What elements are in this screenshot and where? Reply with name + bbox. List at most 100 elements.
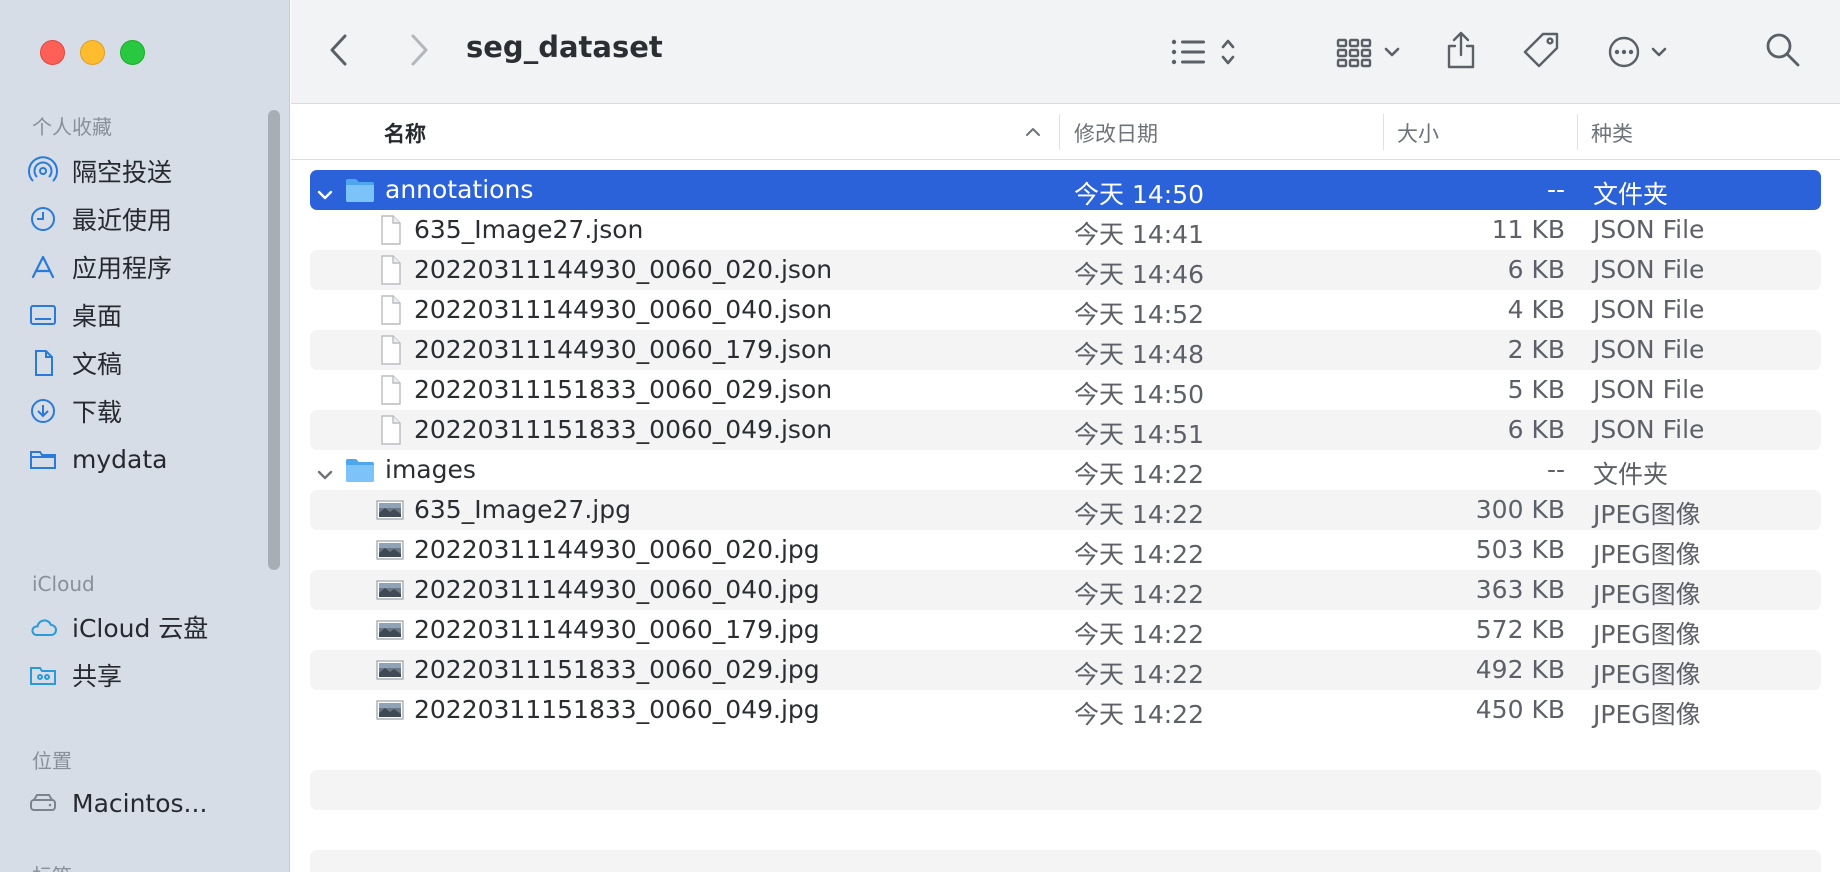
sidebar-item-label: 文稿 — [72, 350, 123, 379]
finder-window: 个人收藏 隔空投送 最近使用 应用程序 桌面 文稿 下载 mydata iClo… — [0, 0, 1840, 872]
tag-button[interactable] — [1519, 28, 1563, 72]
file-row[interactable]: 20220311144930_0060_179.json 今天 14:48 2 KB… — [310, 330, 1821, 370]
file-kind: JSON File — [1593, 255, 1705, 284]
sort-ascending-icon — [1024, 122, 1042, 146]
close-window-button[interactable] — [40, 40, 65, 65]
sidebar-item-label: 桌面 — [72, 302, 123, 331]
sidebar: 个人收藏 隔空投送 最近使用 应用程序 桌面 文稿 下载 mydata iClo… — [0, 0, 290, 872]
column-date-header[interactable]: 修改日期 — [1074, 118, 1158, 148]
empty-row — [310, 850, 1821, 872]
file-size: 2 KB — [1507, 335, 1565, 364]
list-view-icon — [1168, 34, 1244, 70]
file-row[interactable]: 20220311151833_0060_049.jpg 今天 14:22 450 K… — [310, 690, 1821, 730]
group-icon — [1333, 34, 1409, 70]
applications-icon — [28, 252, 58, 282]
file-kind: JSON File — [1593, 295, 1705, 324]
image-thumbnail-icon — [374, 614, 406, 646]
sidebar-item-applications[interactable]: 应用程序 — [28, 242, 268, 292]
more-actions-button[interactable] — [1601, 30, 1681, 74]
file-kind: JSON File — [1593, 335, 1705, 364]
search-icon — [1764, 31, 1802, 69]
clock-icon — [28, 204, 58, 234]
share-icon — [1444, 30, 1478, 70]
cloud-icon — [28, 612, 58, 642]
sidebar-scrollbar[interactable] — [268, 110, 280, 570]
sidebar-item-label: 隔空投送 — [72, 158, 173, 187]
file-size: 363 KB — [1475, 575, 1565, 604]
file-date: 今天 14:22 — [1074, 540, 1204, 569]
column-divider[interactable] — [1383, 114, 1384, 150]
file-date: 今天 14:50 — [1074, 180, 1204, 209]
file-name: 20220311144930_0060_020.jpg — [414, 535, 820, 564]
file-row[interactable]: 20220311144930_0060_040.jpg 今天 14:22 363 K… — [310, 570, 1821, 610]
file-row[interactable]: 20220311144930_0060_020.jpg 今天 14:22 503 K… — [310, 530, 1821, 570]
sidebar-item-documents[interactable]: 文稿 — [28, 338, 268, 388]
file-name: annotations — [385, 175, 534, 204]
disclosure-chevron-icon[interactable] — [316, 181, 334, 200]
sidebar-item-shared[interactable]: 共享 — [28, 650, 268, 700]
group-button[interactable] — [1331, 30, 1411, 74]
sidebar-item-airdrop[interactable]: 隔空投送 — [28, 146, 268, 196]
file-date: 今天 14:52 — [1074, 300, 1204, 329]
view-mode-button[interactable] — [1166, 30, 1246, 74]
forward-button[interactable] — [401, 30, 437, 70]
image-thumbnail-icon — [374, 694, 406, 726]
file-size: 503 KB — [1475, 535, 1565, 564]
file-row[interactable]: 20220311144930_0060_020.json 今天 14:46 6 KB… — [310, 250, 1821, 290]
sidebar-item-label: mydata — [72, 444, 168, 474]
file-kind: JSON File — [1593, 415, 1705, 444]
zoom-window-button[interactable] — [120, 40, 145, 65]
image-thumbnail-icon — [374, 574, 406, 606]
file-row[interactable]: 20220311151833_0060_029.json 今天 14:50 5 KB… — [310, 370, 1821, 410]
sidebar-section-locations: 位置 — [32, 749, 72, 773]
file-name: 20220311144930_0060_179.json — [414, 335, 833, 364]
folder-icon — [28, 444, 58, 474]
sidebar-section-icloud: iCloud — [32, 572, 95, 596]
sidebar-item-desktop[interactable]: 桌面 — [28, 290, 268, 340]
file-date: 今天 14:51 — [1074, 420, 1204, 449]
forward-icon — [409, 33, 429, 67]
sidebar-item-label: 共享 — [72, 662, 123, 691]
file-row[interactable]: 20220311144930_0060_179.jpg 今天 14:22 572 K… — [310, 610, 1821, 650]
file-kind: JPEG图像 — [1593, 580, 1701, 609]
file-row[interactable]: 635_Image27.json 今天 14:41 11 KB JSON File — [310, 210, 1821, 250]
file-row[interactable]: 20220311151833_0060_049.json 今天 14:51 6 KB… — [310, 410, 1821, 450]
file-size: 4 KB — [1507, 295, 1565, 324]
back-icon — [329, 33, 349, 67]
image-thumbnail-icon — [374, 654, 406, 686]
file-date: 今天 14:22 — [1074, 660, 1204, 689]
column-name-header[interactable]: 名称 — [384, 118, 426, 148]
file-size: 300 KB — [1475, 495, 1565, 524]
file-date: 今天 14:22 — [1074, 580, 1204, 609]
json-file-icon — [374, 294, 406, 326]
file-name: 635_Image27.json — [414, 215, 644, 244]
file-size: -- — [1546, 455, 1565, 484]
folder-row[interactable]: annotations 今天 14:50 -- 文件夹 — [310, 170, 1821, 210]
file-name: 20220311144930_0060_040.json — [414, 295, 833, 324]
sidebar-item-downloads[interactable]: 下载 — [28, 386, 268, 436]
file-kind: JPEG图像 — [1593, 700, 1701, 729]
folder-row[interactable]: images 今天 14:22 -- 文件夹 — [310, 450, 1821, 490]
sidebar-item-icloud-drive[interactable]: iCloud 云盘 — [28, 602, 268, 652]
sidebar-item-mydata[interactable]: mydata — [28, 434, 268, 484]
sidebar-item-recents[interactable]: 最近使用 — [28, 194, 268, 244]
disk-icon — [28, 788, 58, 818]
share-button[interactable] — [1439, 28, 1483, 72]
file-size: 6 KB — [1507, 415, 1565, 444]
column-kind-header[interactable]: 种类 — [1591, 118, 1633, 148]
file-kind: JPEG图像 — [1593, 540, 1701, 569]
file-row[interactable]: 20220311144930_0060_040.json 今天 14:52 4 KB… — [310, 290, 1821, 330]
column-size-header[interactable]: 大小 — [1397, 118, 1439, 148]
sidebar-item-macintosh-hd[interactable]: Macintos... — [28, 778, 268, 828]
search-button[interactable] — [1761, 28, 1805, 72]
file-row[interactable]: 635_Image27.jpg 今天 14:22 300 KB JPEG图像 — [310, 490, 1821, 530]
window-title: seg_dataset — [466, 30, 663, 64]
file-size: -- — [1546, 175, 1565, 204]
file-row[interactable]: 20220311151833_0060_029.jpg 今天 14:22 492 K… — [310, 650, 1821, 690]
desktop-icon — [28, 300, 58, 330]
disclosure-chevron-icon[interactable] — [316, 461, 334, 480]
back-button[interactable] — [321, 30, 357, 70]
column-divider[interactable] — [1059, 114, 1060, 150]
minimize-window-button[interactable] — [80, 40, 105, 65]
column-divider[interactable] — [1577, 114, 1578, 150]
